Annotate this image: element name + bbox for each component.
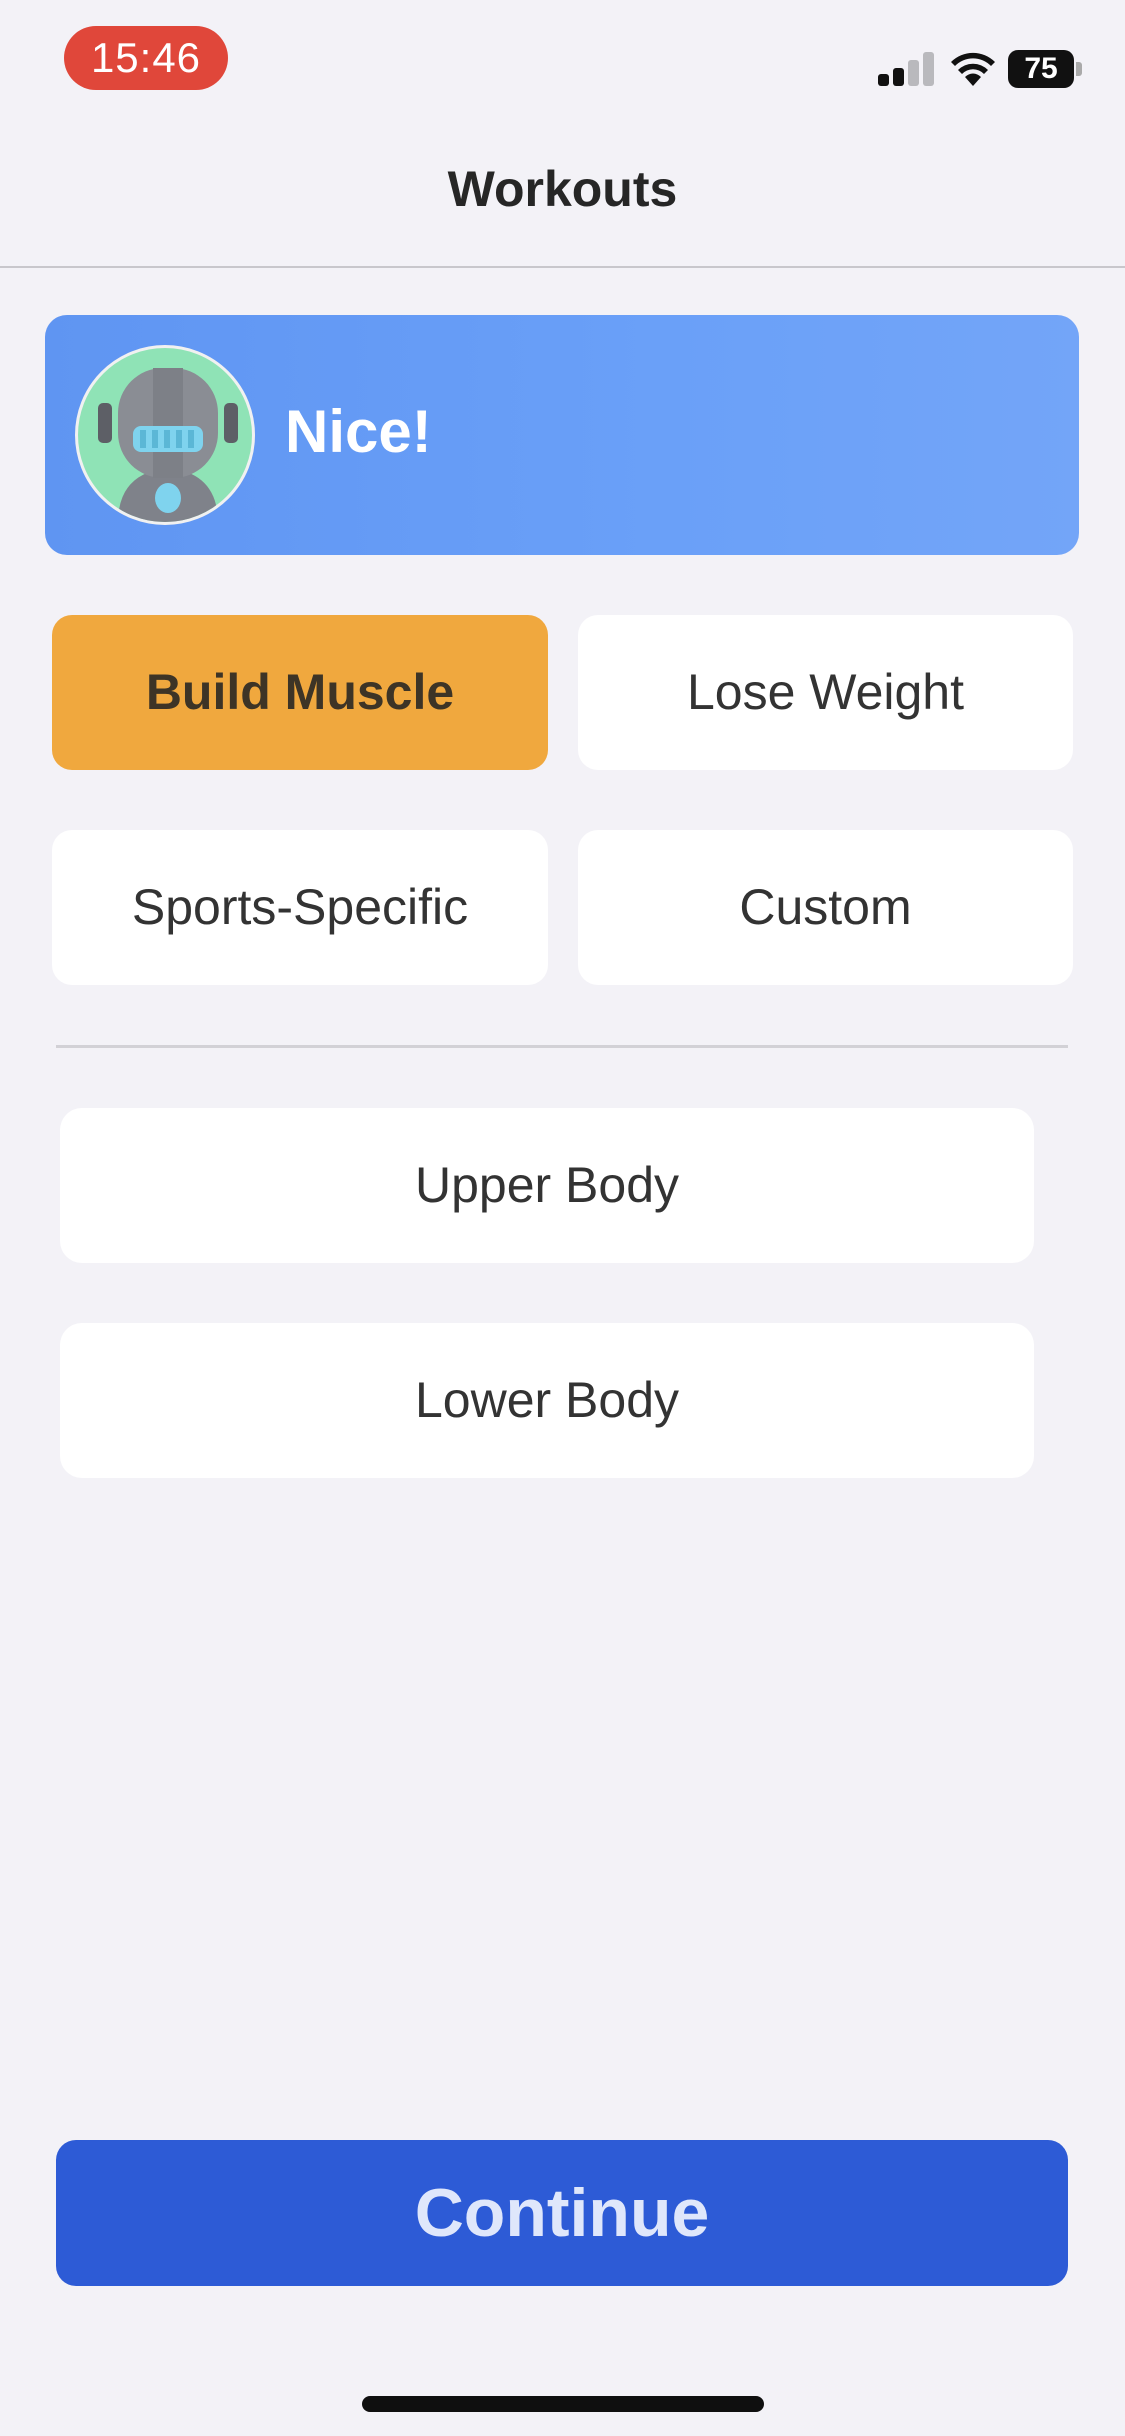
- goal-lose-weight-button[interactable]: Lose Weight: [578, 615, 1073, 770]
- robot-icon: [98, 368, 238, 522]
- upper-body-option-button[interactable]: Upper Body: [60, 1108, 1034, 1263]
- goal-build-muscle-button[interactable]: Build Muscle: [52, 615, 548, 770]
- status-bar: 15:46 75: [0, 0, 1125, 130]
- status-time: 15:46: [64, 26, 228, 90]
- lower-body-option-button[interactable]: Lower Body: [60, 1323, 1034, 1478]
- goal-sports-specific-button[interactable]: Sports-Specific: [52, 830, 548, 985]
- cellular-signal-icon: [878, 52, 934, 86]
- battery-cap: [1076, 62, 1082, 76]
- section-divider: [56, 1045, 1068, 1048]
- battery-icon: 75: [1008, 50, 1074, 88]
- banner-message: Nice!: [285, 398, 432, 465]
- wifi-icon: [951, 52, 995, 86]
- robot-avatar: [75, 345, 255, 525]
- feedback-banner: Nice!: [45, 315, 1079, 555]
- goal-custom-button[interactable]: Custom: [578, 830, 1073, 985]
- home-indicator[interactable]: [362, 2396, 764, 2412]
- page-title: Workouts: [447, 161, 678, 217]
- continue-button[interactable]: Continue: [56, 2140, 1068, 2286]
